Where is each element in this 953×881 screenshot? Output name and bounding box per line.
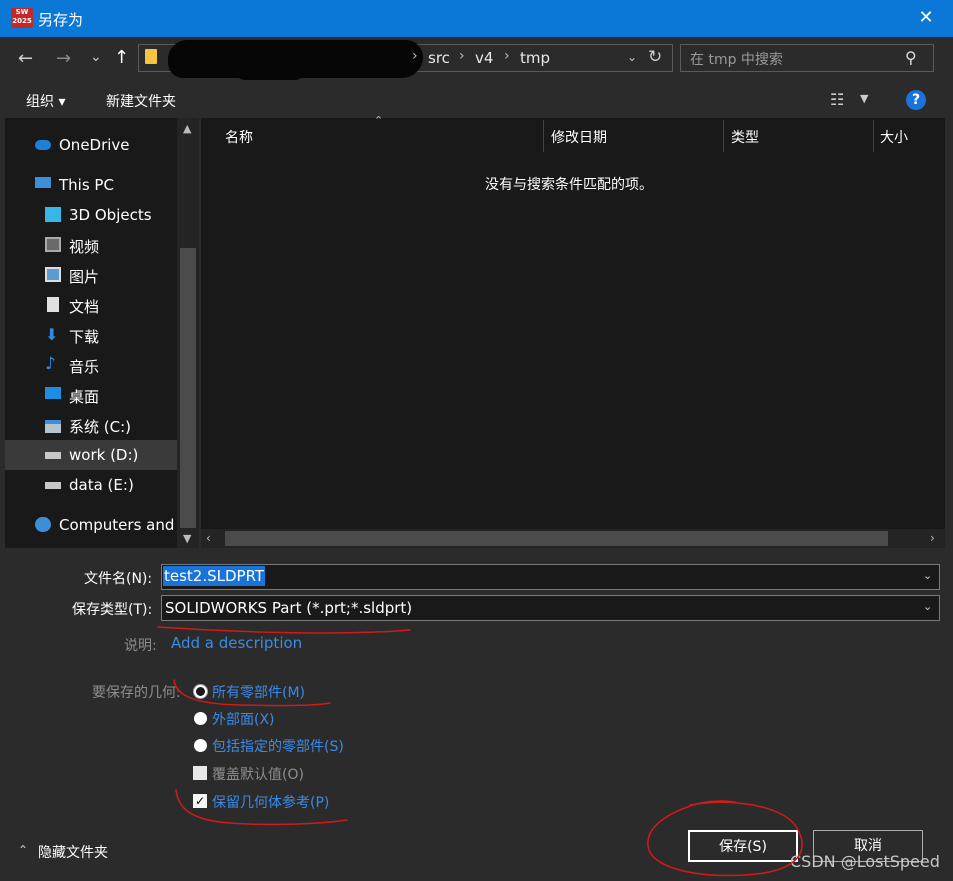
annotation-circle-save <box>647 800 803 877</box>
annotation-underline-filetype <box>157 626 411 634</box>
red-annotation-marks <box>157 626 803 877</box>
annotation-underline-all-components <box>173 679 331 707</box>
annotation-underline-preserve-refs <box>175 789 348 826</box>
